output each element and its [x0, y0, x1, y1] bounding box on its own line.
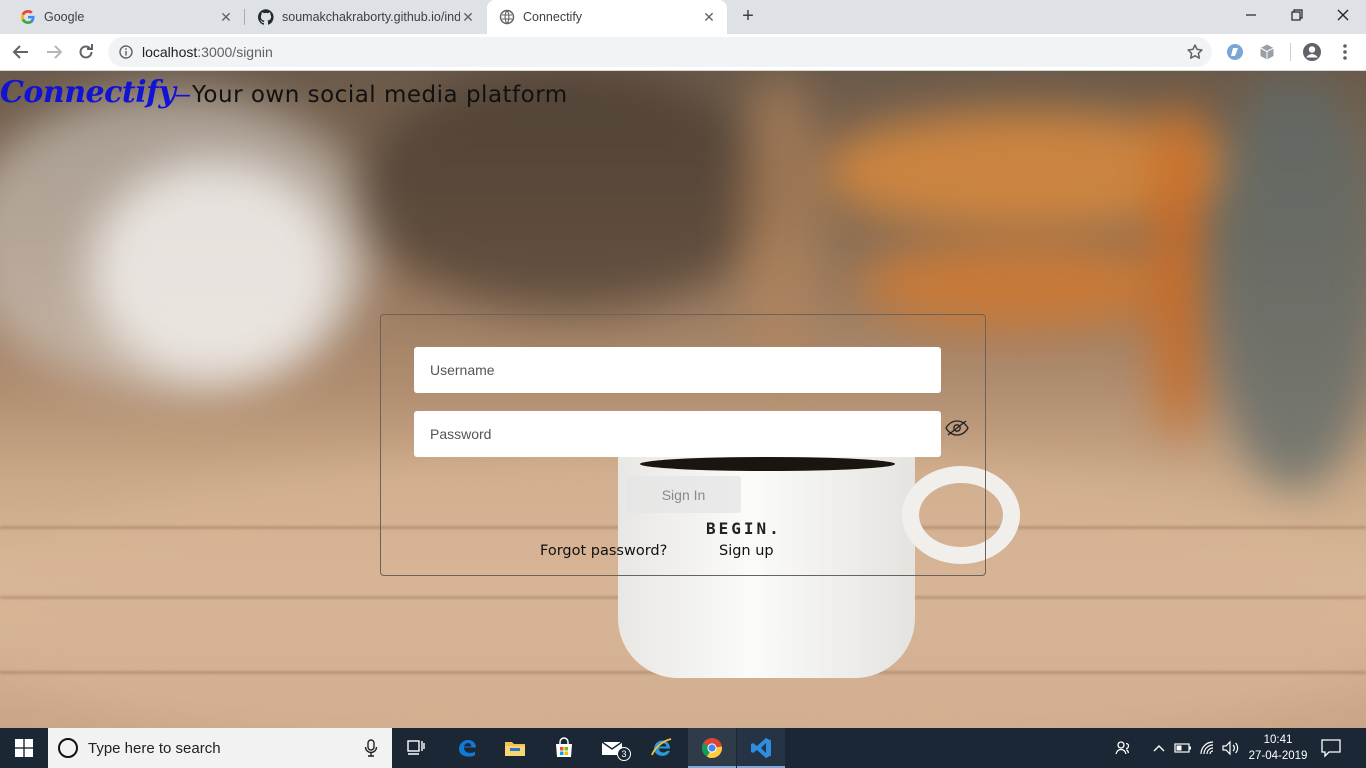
- extension-cube-icon[interactable]: [1257, 42, 1277, 62]
- internet-explorer-icon[interactable]: [638, 728, 686, 768]
- menu-dots-icon[interactable]: [1335, 42, 1355, 62]
- new-tab-button[interactable]: +: [737, 5, 759, 27]
- signup-link[interactable]: Sign up: [719, 543, 774, 559]
- forward-button[interactable]: [42, 40, 66, 64]
- url-path: :3000/signin: [197, 44, 273, 60]
- start-button[interactable]: [0, 728, 48, 768]
- signin-card: Sign In Forgot password? Sign up: [380, 314, 986, 576]
- tab-connectify[interactable]: Connectify ✕: [487, 0, 727, 34]
- password-field[interactable]: [414, 411, 941, 457]
- tab-title: Connectify: [523, 10, 583, 24]
- mail-icon[interactable]: 3: [589, 728, 637, 768]
- tab-github[interactable]: soumakchakraborty.github.io/ind ✕: [238, 0, 486, 34]
- volume-icon[interactable]: [1221, 738, 1241, 758]
- task-view-icon[interactable]: [392, 728, 440, 768]
- info-icon[interactable]: [118, 44, 134, 60]
- github-icon: [258, 9, 274, 25]
- clock-date: 27-04-2019: [1248, 750, 1308, 762]
- taskbar-search[interactable]: Type here to search: [48, 728, 392, 768]
- chrome-icon[interactable]: [688, 728, 736, 768]
- windows-logo-icon: [15, 739, 33, 757]
- close-icon[interactable]: ✕: [218, 9, 234, 25]
- restore-button[interactable]: [1274, 0, 1320, 30]
- back-button[interactable]: [9, 40, 33, 64]
- windows-taskbar: Type here to search 3 10:41 27-04-2019: [0, 728, 1366, 768]
- google-g-icon: [20, 9, 36, 25]
- brand-header: Connectify – Your own social media platf…: [0, 75, 568, 110]
- tab-strip: Google ✕ soumakchakraborty.github.io/ind…: [0, 0, 1366, 34]
- close-icon[interactable]: ✕: [701, 9, 717, 25]
- store-icon[interactable]: [540, 728, 588, 768]
- close-window-button[interactable]: [1320, 0, 1366, 30]
- page-viewport: BEGIN. Connectify – Your own social medi…: [0, 71, 1366, 728]
- close-icon[interactable]: ✕: [460, 9, 476, 25]
- battery-icon[interactable]: [1173, 738, 1193, 758]
- reload-button[interactable]: [74, 40, 98, 64]
- address-bar[interactable]: localhost:3000/signin: [108, 37, 1212, 67]
- username-input[interactable]: [430, 362, 941, 378]
- vscode-icon[interactable]: [737, 728, 785, 768]
- profile-avatar-icon[interactable]: [1302, 42, 1322, 62]
- file-explorer-icon[interactable]: [491, 728, 539, 768]
- password-input[interactable]: [430, 426, 941, 442]
- extension-icon[interactable]: [1225, 42, 1245, 62]
- brand-tagline: Your own social media platform: [191, 82, 568, 108]
- microphone-icon[interactable]: [364, 739, 378, 757]
- browser-toolbar: localhost:3000/signin: [0, 34, 1366, 71]
- toolbar-divider: [1290, 43, 1291, 61]
- tab-google[interactable]: Google ✕: [0, 0, 244, 34]
- brand-logo: Connectify: [0, 75, 176, 110]
- minimize-button[interactable]: [1228, 0, 1274, 30]
- globe-icon: [499, 9, 515, 25]
- notification-icon[interactable]: [1320, 738, 1346, 758]
- search-placeholder: Type here to search: [88, 739, 221, 757]
- chevron-up-icon[interactable]: [1149, 738, 1169, 758]
- username-field[interactable]: [414, 347, 941, 393]
- tab-title: soumakchakraborty.github.io/ind: [282, 10, 460, 24]
- mail-badge: 3: [617, 747, 631, 761]
- url-host: localhost: [142, 44, 198, 60]
- cortana-icon: [58, 738, 78, 758]
- bookmark-star-icon[interactable]: [1186, 43, 1204, 61]
- edge-icon[interactable]: [443, 728, 491, 768]
- system-clock[interactable]: 10:41 27-04-2019: [1246, 732, 1310, 764]
- toggle-password-visibility-icon[interactable]: [944, 418, 970, 438]
- url-text: localhost:3000/signin: [142, 44, 273, 60]
- brand-dash: –: [175, 78, 190, 108]
- signin-button[interactable]: Sign In: [626, 476, 741, 513]
- clock-time: 10:41: [1263, 734, 1293, 746]
- people-icon[interactable]: [1113, 738, 1133, 758]
- wifi-icon[interactable]: [1198, 738, 1218, 758]
- tab-title: Google: [44, 10, 85, 24]
- forgot-password-link[interactable]: Forgot password?: [540, 543, 667, 559]
